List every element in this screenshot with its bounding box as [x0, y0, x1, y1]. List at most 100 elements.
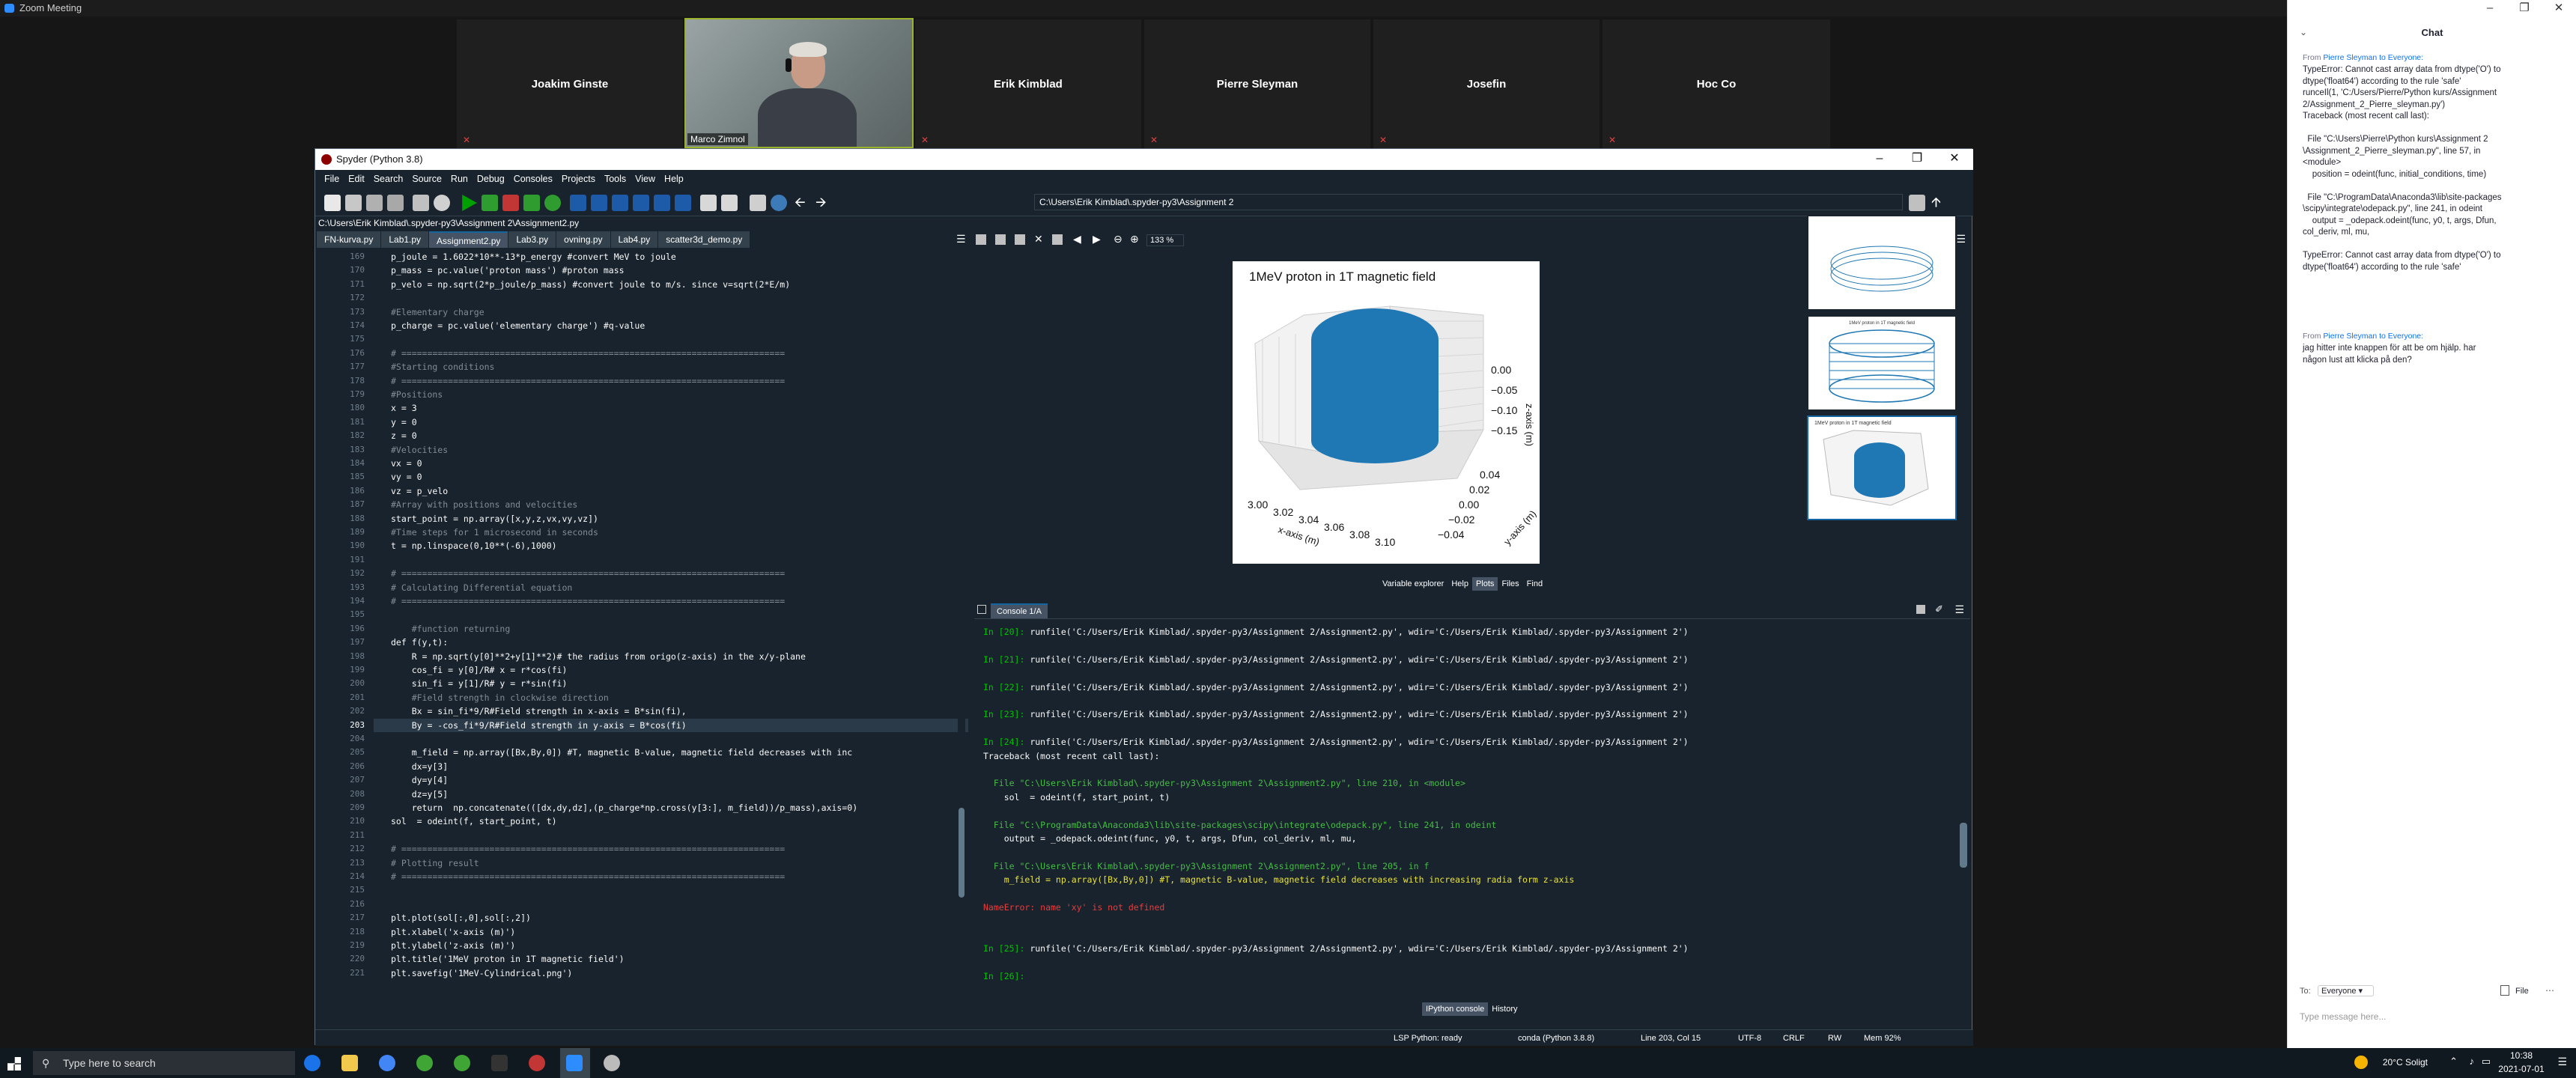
- save-plot-icon[interactable]: [976, 234, 986, 245]
- run-icon[interactable]: [462, 195, 477, 211]
- network-icon[interactable]: ⌃: [2449, 1056, 2458, 1068]
- main-plot[interactable]: 1MeV proton in 1T magnetic field 0.00 −0.0…: [1233, 261, 1540, 564]
- editor-hscrollbar[interactable]: [326, 992, 968, 999]
- recipient-select[interactable]: Everyone ▾: [2318, 985, 2375, 996]
- editor-scrollbar[interactable]: [958, 254, 965, 990]
- plot-thumbnail-selected[interactable]: 1MeV proton in 1T magnetic field: [1807, 415, 1957, 520]
- tab-ovning[interactable]: ovning.py: [556, 231, 610, 248]
- clock-time[interactable]: 10:38: [2495, 1050, 2548, 1061]
- python-path-icon[interactable]: [771, 195, 787, 211]
- forward-arrow-icon[interactable]: 🡪: [815, 195, 832, 211]
- zoom-level-field[interactable]: 133 %: [1146, 234, 1184, 246]
- list-icon[interactable]: [413, 195, 429, 211]
- close-button[interactable]: ✕: [2542, 0, 2576, 16]
- more-icon[interactable]: ⋯: [2545, 985, 2554, 996]
- save-all-plots-icon[interactable]: [995, 234, 1006, 245]
- tab-fn-kurva[interactable]: FN-kurva.py: [317, 231, 381, 248]
- maximize-button[interactable]: ❐: [2507, 0, 2542, 16]
- menu-consoles[interactable]: Consoles: [509, 170, 557, 188]
- scrollbar-thumb[interactable]: [959, 808, 965, 898]
- step-return-icon[interactable]: [633, 195, 649, 211]
- menu-file[interactable]: File: [320, 170, 344, 188]
- close-button[interactable]: ✕: [1936, 149, 1973, 168]
- new-file-icon[interactable]: [324, 195, 341, 211]
- previous-plot-icon[interactable]: ◀: [1073, 233, 1081, 246]
- at-icon[interactable]: [434, 195, 450, 211]
- clear-console-icon[interactable]: ✐: [1935, 603, 1943, 615]
- step-into-icon[interactable]: [612, 195, 628, 211]
- remove-plot-icon[interactable]: ✕: [1034, 233, 1043, 246]
- rerun-icon[interactable]: [544, 195, 561, 211]
- plot-thumbnail[interactable]: 1MeV proton in 1T magnetic field: [1807, 315, 1957, 411]
- tab-lab1[interactable]: Lab1.py: [381, 231, 429, 248]
- open-file-icon[interactable]: [345, 195, 362, 211]
- participant-tile[interactable]: Erik Kimblad ✕: [915, 19, 1141, 148]
- tabs-menu-icon[interactable]: ☰: [956, 233, 966, 246]
- ipython-console[interactable]: In [20]: runfile('C:/Users/Erik Kimblad/…: [977, 621, 1969, 999]
- zoom-out-icon[interactable]: ⊖: [1114, 233, 1123, 246]
- tab-files[interactable]: Files: [1498, 577, 1523, 591]
- chrome-icon[interactable]: [304, 1055, 321, 1071]
- stop-debug-icon[interactable]: [675, 195, 691, 211]
- tab-ipython-console[interactable]: IPython console: [1422, 1002, 1489, 1016]
- tab-lab3[interactable]: Lab3.py: [508, 231, 556, 248]
- fullscreen-icon[interactable]: [721, 195, 738, 211]
- chat-message-input[interactable]: Type message here...: [2300, 1006, 2562, 1027]
- console-scrollbar-thumb[interactable]: [1960, 823, 1967, 868]
- participant-tile[interactable]: Joakim Ginste ✕: [457, 19, 683, 148]
- participant-tile[interactable]: Pierre Sleyman ✕: [1144, 19, 1370, 148]
- tab-assignment2[interactable]: Assignment2.py: [429, 231, 508, 248]
- weather-text[interactable]: 20°C Soligt: [2383, 1057, 2428, 1068]
- file-icon[interactable]: [2500, 985, 2509, 996]
- maximize-pane-icon[interactable]: [700, 195, 717, 211]
- maximize-button[interactable]: ❐: [1898, 149, 1936, 168]
- tab-lab4[interactable]: Lab4.py: [610, 231, 658, 248]
- menu-tools[interactable]: Tools: [600, 170, 631, 188]
- file-button[interactable]: File: [2515, 987, 2529, 996]
- menu-view[interactable]: View: [631, 170, 660, 188]
- menu-projects[interactable]: Projects: [557, 170, 600, 188]
- terminal-icon[interactable]: [491, 1055, 508, 1071]
- weather-icon[interactable]: [2354, 1056, 2368, 1069]
- working-directory-input[interactable]: C:\Users\Erik Kimblad\.spyder-py3\Assign…: [1034, 194, 1903, 210]
- tab-find[interactable]: Find: [1522, 577, 1547, 591]
- plot-thumbnail[interactable]: [1807, 215, 1957, 311]
- participant-tile[interactable]: Josefin ✕: [1373, 19, 1600, 148]
- continue-icon[interactable]: [654, 195, 670, 211]
- step-icon[interactable]: [591, 195, 607, 211]
- taskbar-search[interactable]: ⚲ Type here to search: [33, 1051, 295, 1075]
- app-icon-green-2[interactable]: [454, 1055, 470, 1071]
- windows-start-icon[interactable]: [7, 1057, 21, 1071]
- active-video-tile[interactable]: Marco Zimnol: [684, 18, 914, 148]
- zoom-in-icon[interactable]: ⊕: [1130, 233, 1139, 246]
- browse-folder-icon[interactable]: [1909, 195, 1925, 211]
- minimize-button[interactable]: –: [1861, 149, 1898, 168]
- tab-help[interactable]: Help: [1448, 577, 1472, 591]
- remove-all-plots-icon[interactable]: [1052, 234, 1063, 245]
- tab-scatter3d-demo[interactable]: scatter3d_demo.py: [658, 231, 750, 248]
- app-icon-generic[interactable]: [604, 1055, 620, 1071]
- conda-env-status[interactable]: conda (Python 3.8.8): [1518, 1031, 1594, 1046]
- menu-help[interactable]: Help: [660, 170, 688, 188]
- run-selection-icon[interactable]: [523, 195, 540, 211]
- run-cell-icon[interactable]: [482, 195, 498, 211]
- console-menu-icon[interactable]: ☰: [1954, 603, 1964, 616]
- debug-icon[interactable]: [570, 195, 586, 211]
- stop-console-icon[interactable]: [1916, 605, 1925, 614]
- volume-icon[interactable]: ♪: [2470, 1056, 2475, 1067]
- battery-icon[interactable]: ▭: [2482, 1056, 2491, 1068]
- tab-variable-explorer[interactable]: Variable explorer: [1379, 577, 1448, 591]
- clock-date[interactable]: 2021-07-01: [2495, 1064, 2548, 1074]
- file-explorer-icon[interactable]: [341, 1055, 358, 1071]
- thumbs-scrollbar[interactable]: [1958, 261, 1964, 568]
- zoom-taskbar-icon[interactable]: [566, 1055, 583, 1071]
- notification-icon[interactable]: ☰: [2557, 1056, 2567, 1068]
- save-icon[interactable]: [366, 195, 383, 211]
- menu-debug[interactable]: Debug: [473, 170, 509, 188]
- menu-search[interactable]: Search: [369, 170, 408, 188]
- code-editor[interactable]: 169 170 171 172 173 174 175 176 177 178 179 180 181 1…: [326, 250, 968, 991]
- menu-source[interactable]: Source: [407, 170, 446, 188]
- spyder-taskbar-icon[interactable]: [529, 1055, 545, 1071]
- participant-tile[interactable]: Hoc Co ✕: [1603, 19, 1830, 148]
- copy-plot-icon[interactable]: [1015, 234, 1025, 245]
